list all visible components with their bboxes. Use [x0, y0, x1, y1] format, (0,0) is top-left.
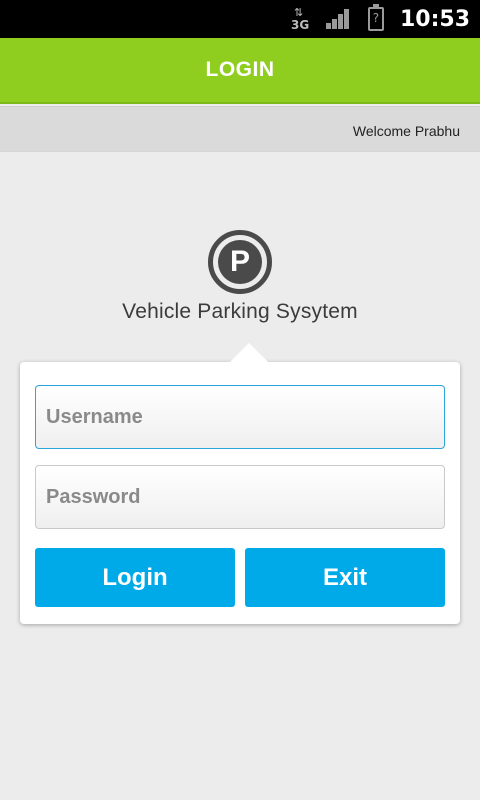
status-bar: ⇅ 3G ? 10:53 — [0, 0, 480, 38]
login-button[interactable]: Login — [35, 548, 235, 607]
password-input[interactable] — [35, 465, 445, 529]
username-input[interactable] — [35, 385, 445, 449]
app-name: Vehicle Parking Sysytem — [122, 300, 358, 323]
login-card: Login Exit — [20, 343, 460, 624]
page-title: LOGIN — [205, 58, 275, 81]
clock: 10:53 — [399, 6, 470, 32]
network-3g-icon: ⇅ 3G — [290, 6, 310, 32]
exit-button[interactable]: Exit — [245, 548, 445, 607]
welcome-text: Welcome Prabhu — [352, 123, 460, 139]
battery-icon: ? — [367, 4, 384, 31]
signal-strength-icon — [325, 9, 350, 29]
battery-status: ? — [372, 11, 380, 25]
network-type: 3G — [290, 18, 310, 32]
card-pointer — [230, 343, 268, 362]
parking-icon: P — [208, 230, 272, 294]
logo-letter: P — [218, 240, 262, 284]
status-icons: ⇅ 3G ? 10:53 — [290, 0, 470, 38]
welcome-bar: Welcome Prabhu — [0, 106, 480, 152]
app-header: LOGIN — [0, 38, 480, 104]
